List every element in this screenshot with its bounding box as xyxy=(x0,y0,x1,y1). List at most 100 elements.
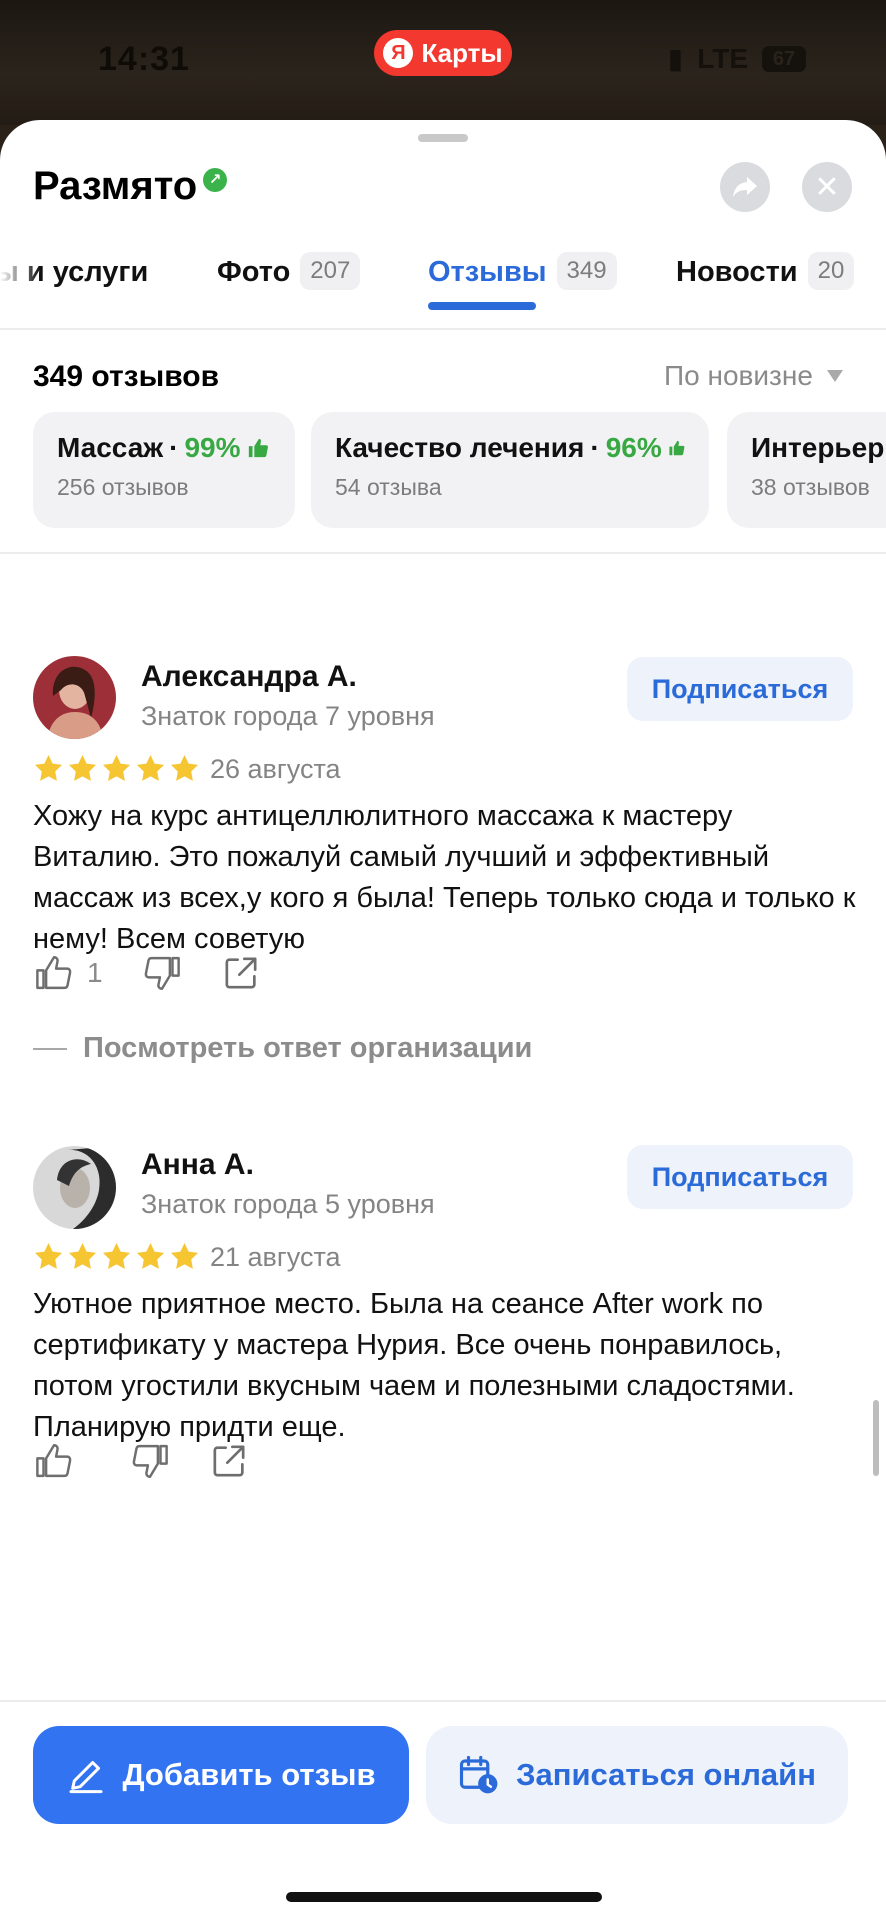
thumbs-down-icon xyxy=(144,956,180,990)
aspect-title: Интерьер xyxy=(751,432,886,464)
review-date: 21 августа xyxy=(210,1242,341,1272)
status-indicators: ▮ LTE 67 xyxy=(668,42,806,75)
sort-label: По новизне xyxy=(664,360,813,391)
place-title: Размято xyxy=(33,164,198,208)
maps-app-badge[interactable]: Я Карты xyxy=(374,30,512,76)
book-online-label: Записаться онлайн xyxy=(516,1757,816,1792)
pencil-icon xyxy=(69,1761,103,1794)
dash-divider xyxy=(33,1047,67,1050)
star-icon xyxy=(170,754,199,781)
book-online-button[interactable]: Записаться онлайн xyxy=(426,1726,848,1824)
aspect-percent: 96% xyxy=(605,432,662,463)
like-button[interactable] xyxy=(33,1440,75,1482)
share-review-button[interactable] xyxy=(221,953,261,993)
star-icon xyxy=(136,754,165,781)
tab-label: Новости xyxy=(676,256,798,288)
sort-dropdown[interactable]: По новизне xyxy=(664,360,843,392)
aspect-percent: 99% xyxy=(184,432,241,463)
avatar-photo xyxy=(33,1146,116,1229)
star-icon xyxy=(68,754,97,781)
thumbs-up-icon xyxy=(36,1444,72,1478)
add-review-button[interactable]: Добавить отзыв xyxy=(33,1726,409,1824)
header-divider xyxy=(0,552,886,554)
aspect-sep: · xyxy=(590,432,600,463)
star-icon xyxy=(34,754,63,781)
review-text: Уютное приятное место. Была на сеансе Af… xyxy=(33,1288,795,1443)
like-button[interactable]: 1 xyxy=(33,952,103,994)
tab-count: 207 xyxy=(300,252,361,290)
tab-label: Фото xyxy=(217,256,291,288)
tab-photos[interactable]: Фото 207 xyxy=(217,238,361,330)
review-date: 26 августа xyxy=(210,754,341,784)
network-label: LTE xyxy=(697,42,748,74)
rating-stars xyxy=(33,753,200,784)
aspect-name: Массаж xyxy=(57,432,164,463)
place-card-sheet: Размято ↗ ✕ ы и услуги Фото 207 Отзывы 3… xyxy=(0,120,886,1920)
home-indicator[interactable] xyxy=(286,1892,602,1902)
avatar[interactable] xyxy=(33,656,116,739)
reviews-count: 349 отзывов xyxy=(33,360,220,393)
dislike-button[interactable] xyxy=(129,1440,171,1482)
tab-count: 20 xyxy=(807,252,855,290)
chevron-down-icon xyxy=(826,370,843,382)
share-icon xyxy=(213,1445,245,1477)
aspect-sub: 38 отзывов xyxy=(751,474,870,500)
aspect-sub: 54 отзыва xyxy=(335,474,442,500)
star-icon xyxy=(34,1242,63,1269)
thumbs-up-icon xyxy=(248,438,268,458)
aspect-chip-treatment-quality[interactable]: Качество лечения · 96% 54 отзыва xyxy=(311,412,709,528)
signal-icon: ▮ xyxy=(667,43,684,74)
aspect-title: Массаж · 99% xyxy=(57,432,271,464)
maps-badge-label: Карты xyxy=(421,37,503,68)
author-level: Знаток города 7 уровня xyxy=(141,701,435,731)
share-review-button[interactable] xyxy=(209,1441,249,1481)
share-arrow-icon xyxy=(733,177,757,197)
star-icon xyxy=(170,1242,199,1269)
like-count: 1 xyxy=(87,957,103,988)
star-icon xyxy=(68,1242,97,1269)
star-icon xyxy=(136,1242,165,1269)
aspect-sub: 256 отзывов xyxy=(57,474,189,500)
subscribe-button[interactable]: Подписаться xyxy=(627,1145,853,1209)
review-text: Хожу на курс антицеллюлитного массажа к … xyxy=(33,800,856,955)
dislike-button[interactable] xyxy=(141,952,183,994)
tab-news[interactable]: Новости 20 xyxy=(676,238,855,330)
tab-bar: ы и услуги Фото 207 Отзывы 349 Новости 2… xyxy=(0,238,886,330)
review-actions xyxy=(33,1440,249,1482)
review-actions: 1 xyxy=(33,952,261,994)
sheet-grabber[interactable] xyxy=(418,134,468,142)
bottom-divider xyxy=(0,1700,886,1702)
add-review-label: Добавить отзыв xyxy=(122,1757,376,1792)
avatar-photo xyxy=(33,656,116,739)
rating-stars xyxy=(33,1241,200,1272)
aspect-name: Интерьер xyxy=(751,432,885,463)
tab-fade xyxy=(0,238,40,328)
tab-count: 349 xyxy=(556,252,617,290)
close-button[interactable]: ✕ xyxy=(802,162,852,212)
avatar[interactable] xyxy=(33,1146,116,1229)
star-icon xyxy=(102,1242,131,1269)
subscribe-button[interactable]: Подписаться xyxy=(627,657,853,721)
reply-link-label: Посмотреть ответ организации xyxy=(83,1032,533,1064)
aspect-chips: Массаж · 99% 256 отзывов Качество лечени… xyxy=(0,412,886,532)
tab-label: Отзывы xyxy=(428,256,547,288)
author-name[interactable]: Александра А. xyxy=(141,660,357,694)
yandex-logo-icon: Я xyxy=(383,38,414,68)
calendar-clock-icon xyxy=(459,1755,498,1794)
star-icon xyxy=(102,754,131,781)
thumbs-down-icon xyxy=(132,1444,168,1478)
view-org-reply-link[interactable]: Посмотреть ответ организации xyxy=(33,1032,532,1065)
scrollbar[interactable] xyxy=(873,1400,879,1476)
author-name[interactable]: Анна А. xyxy=(141,1148,254,1182)
aspect-chip-interior[interactable]: Интерьер 38 отзывов xyxy=(727,412,886,528)
share-icon xyxy=(225,957,257,989)
battery-icon: 67 xyxy=(762,45,806,72)
author-level: Знаток города 5 уровня xyxy=(141,1189,435,1219)
close-icon: ✕ xyxy=(814,170,840,204)
status-bar: 14:31 Я Карты ▮ LTE 67 xyxy=(0,0,886,125)
aspect-chip-massage[interactable]: Массаж · 99% 256 отзывов xyxy=(33,412,295,528)
aspect-title: Качество лечения · 96% xyxy=(335,432,685,464)
share-button[interactable] xyxy=(720,162,770,212)
aspect-sep: · xyxy=(169,432,179,463)
tab-reviews[interactable]: Отзывы 349 xyxy=(428,238,617,330)
